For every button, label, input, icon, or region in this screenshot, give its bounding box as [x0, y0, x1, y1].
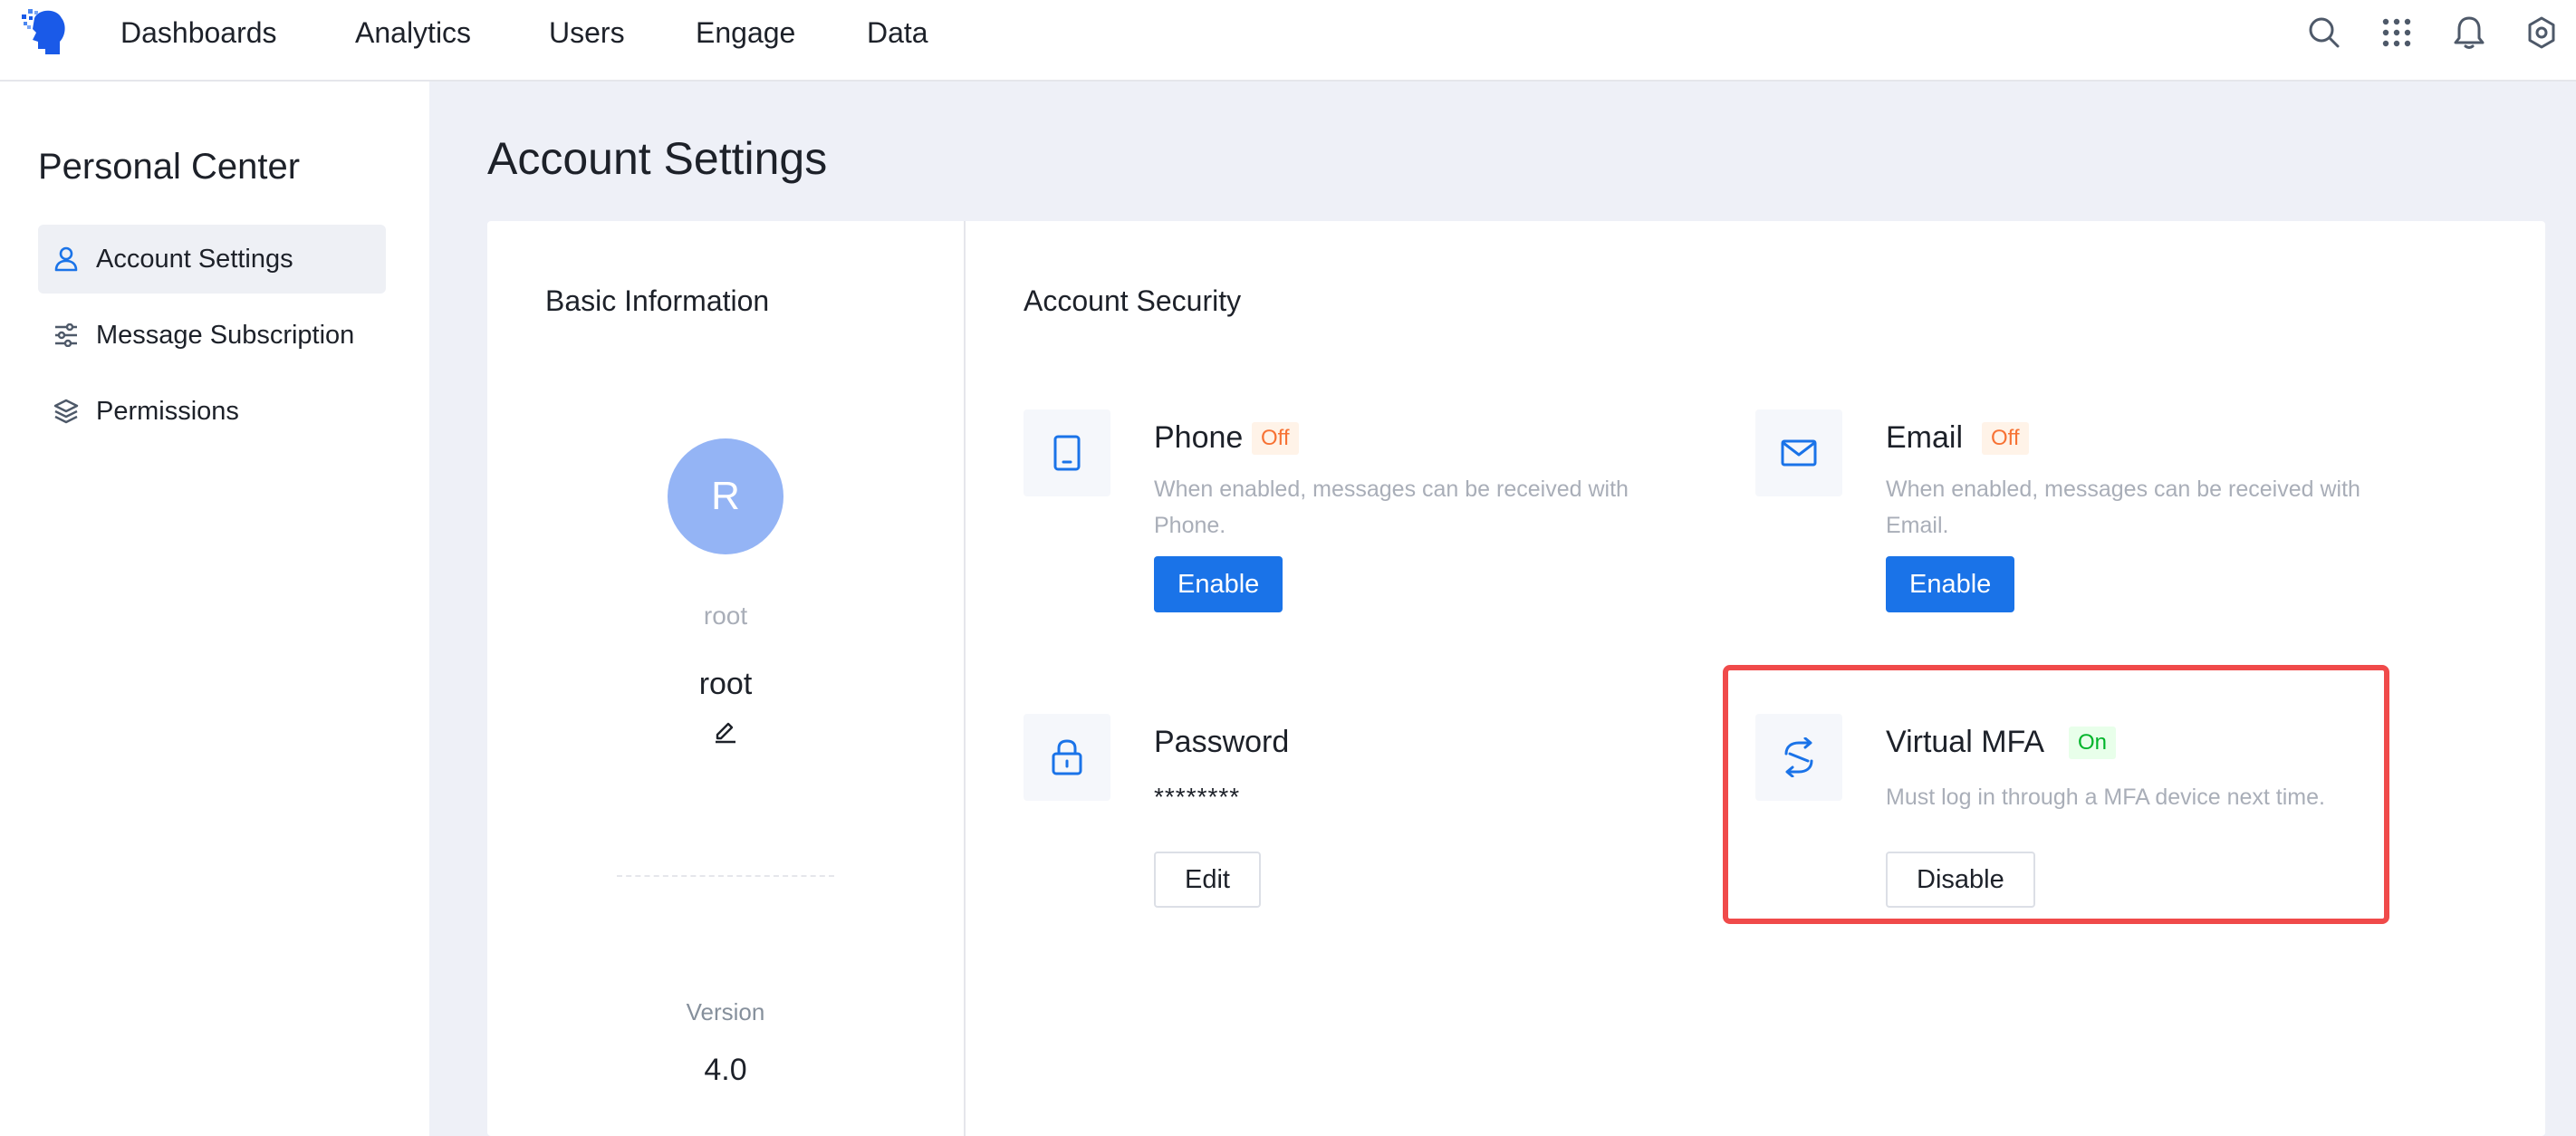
password-masked-value: ******** — [1154, 783, 1241, 811]
phone-security-item: Phone Off When enabled, messages can be … — [1024, 409, 1712, 627]
nav-analytics[interactable]: Analytics — [355, 14, 471, 51]
mfa-status-badge: On — [2069, 727, 2117, 759]
phone-title: Phone — [1154, 420, 1244, 455]
page-title: Account Settings — [487, 133, 828, 184]
layers-icon — [53, 398, 80, 425]
account-security-title: Account Security — [1024, 284, 1242, 317]
mail-icon — [1755, 409, 1842, 496]
search-icon[interactable] — [2304, 13, 2344, 53]
username: root — [698, 667, 753, 701]
sidebar-item-permissions[interactable]: Permissions — [38, 377, 386, 446]
sync-arrows-icon — [1755, 714, 1842, 801]
card-divider — [964, 221, 966, 1136]
password-security-item: Password ******** Edit — [1024, 714, 1712, 931]
mfa-security-item: Virtual MFA On Must log in through a MFA… — [1755, 714, 2444, 931]
phone-icon — [1024, 409, 1110, 496]
password-title: Password — [1154, 725, 1290, 759]
user-icon — [53, 245, 80, 273]
apps-grid-icon[interactable] — [2377, 13, 2417, 53]
lock-icon — [1024, 714, 1110, 801]
app-logo-icon[interactable] — [20, 5, 71, 58]
avatar: R — [668, 438, 783, 554]
edit-pencil-icon[interactable] — [711, 717, 740, 746]
email-enable-button[interactable]: Enable — [1886, 556, 2015, 612]
version-label: Version — [686, 998, 765, 1025]
sidebar-item-label: Message Subscription — [96, 320, 355, 350]
sidebar: Personal Center Account Settings Message… — [0, 82, 429, 1136]
nav-users[interactable]: Users — [549, 14, 625, 51]
sidebar-item-account-settings[interactable]: Account Settings — [38, 225, 386, 294]
sidebar-item-message-subscription[interactable]: Message Subscription — [38, 301, 386, 370]
divider — [617, 875, 834, 877]
mfa-disable-button[interactable]: Disable — [1886, 852, 2035, 908]
sliders-icon — [53, 322, 80, 349]
nav-data[interactable]: Data — [867, 14, 928, 51]
phone-description: When enabled, messages can be received w… — [1154, 477, 1629, 538]
email-security-item: Email Off When enabled, messages can be … — [1755, 409, 2444, 627]
email-status-badge: Off — [1982, 422, 2029, 455]
bell-icon[interactable] — [2449, 13, 2489, 53]
sidebar-title: Personal Center — [38, 147, 301, 187]
sidebar-item-label: Account Settings — [96, 244, 293, 274]
mfa-description: Must log in through a MFA device next ti… — [1886, 785, 2325, 810]
version-value: 4.0 — [704, 1053, 747, 1087]
sidebar-item-label: Permissions — [96, 396, 239, 426]
basic-information-title: Basic Information — [545, 284, 770, 317]
phone-enable-button[interactable]: Enable — [1154, 556, 1283, 612]
gear-icon[interactable] — [2522, 13, 2562, 53]
username-label: root — [703, 602, 748, 630]
password-edit-button[interactable]: Edit — [1154, 852, 1261, 908]
email-title: Email — [1886, 420, 1964, 455]
top-navigation-bar: Dashboards Analytics Users Engage Data — [0, 0, 2576, 82]
phone-status-badge: Off — [1252, 422, 1299, 455]
email-description: When enabled, messages can be received w… — [1886, 477, 2360, 538]
mfa-title: Virtual MFA — [1886, 725, 2045, 759]
settings-card: Basic Information R root root Version 4.… — [487, 221, 2545, 1136]
nav-engage[interactable]: Engage — [696, 14, 795, 51]
nav-dashboards[interactable]: Dashboards — [120, 14, 277, 51]
